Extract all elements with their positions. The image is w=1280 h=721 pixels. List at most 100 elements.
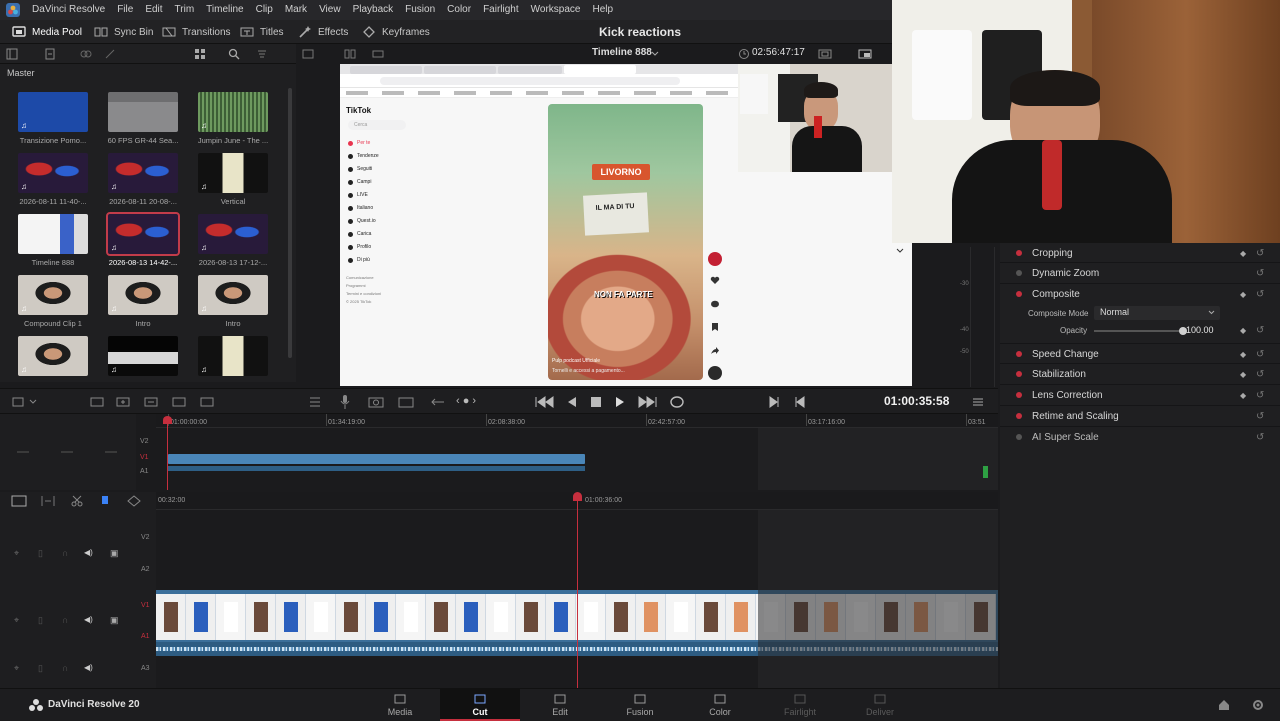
- page-tab-color[interactable]: Color: [680, 689, 760, 721]
- play-reverse-icon[interactable]: [566, 395, 578, 409]
- timeline-audio-overview[interactable]: [168, 466, 585, 471]
- reset-icon[interactable]: ↺: [1256, 390, 1264, 401]
- tiktok-footer-link[interactable]: Termini e condizioni: [346, 291, 381, 296]
- menu-trim[interactable]: Trim: [169, 0, 201, 20]
- search-icon[interactable]: [228, 48, 240, 60]
- media-clip[interactable]: Timeline 888: [15, 214, 91, 267]
- reset-icon[interactable]: ↺: [1256, 325, 1264, 336]
- enable-toggle-icon[interactable]: [1016, 371, 1022, 377]
- media-clip[interactable]: ♫ Intro: [195, 275, 271, 328]
- clip-frame[interactable]: [246, 594, 276, 640]
- titles-button[interactable]: Titles: [240, 20, 284, 44]
- tiktok-nav-item[interactable]: Per te: [348, 138, 370, 148]
- tiktok-footer-link[interactable]: © 2025 TikTok: [346, 299, 371, 304]
- menu-clip[interactable]: Clip: [250, 0, 279, 20]
- clip-thumbnail[interactable]: ♫: [198, 153, 268, 193]
- inspector-section[interactable]: Cropping ◆ ↺: [1000, 243, 1280, 263]
- reset-icon[interactable]: ↺: [1256, 349, 1264, 360]
- media-clip[interactable]: ♫ Vertical: [195, 153, 271, 206]
- tiktok-nav-item[interactable]: Carica: [348, 229, 371, 239]
- page-tab-cut[interactable]: Cut: [440, 689, 520, 721]
- clip-frame[interactable]: [516, 594, 546, 640]
- clip-thumbnail[interactable]: ♫: [106, 212, 180, 256]
- viewer-options-icon[interactable]: [858, 48, 872, 60]
- menu-mark[interactable]: Mark: [279, 0, 313, 20]
- clip-frame[interactable]: [456, 594, 486, 640]
- timeline-overview[interactable]: V2 V1 A1 01:00:00:00 01:34:19:00 02:08:38:…: [0, 414, 998, 490]
- tiktok-footer-link[interactable]: Programmi: [346, 283, 366, 288]
- grid-view-icon[interactable]: [194, 48, 206, 60]
- skip-to-end-icon[interactable]: [638, 395, 658, 409]
- playhead[interactable]: [577, 498, 578, 688]
- clip-thumbnail[interactable]: ♫: [108, 336, 178, 376]
- page-tab-media[interactable]: Media: [360, 689, 440, 721]
- track-tool-icon[interactable]: [16, 446, 30, 458]
- home-icon[interactable]: [1218, 699, 1230, 711]
- keyframe-diamond-icon[interactable]: ◆: [1240, 326, 1246, 335]
- comment-icon[interactable]: [710, 300, 720, 309]
- tiktok-video[interactable]: LIVORNO IL MA DI TU NON FA PARTE Pulp po…: [548, 104, 703, 380]
- menu-playback[interactable]: Playback: [347, 0, 400, 20]
- inspector-section[interactable]: Stabilization ◆ ↺: [1000, 363, 1280, 384]
- timeline-clip-overview[interactable]: [168, 454, 585, 464]
- lock-icon[interactable]: ▯: [38, 548, 43, 559]
- reset-icon[interactable]: ↺: [1256, 432, 1264, 443]
- opacity-value[interactable]: 100.00: [1186, 325, 1214, 335]
- stop-icon[interactable]: [590, 395, 602, 409]
- menu-timeline[interactable]: Timeline: [200, 0, 249, 20]
- dual-viewer-icon[interactable]: [344, 48, 356, 60]
- keyframe-diamond-icon[interactable]: ◆: [1240, 290, 1246, 299]
- media-clip[interactable]: ♫: [105, 336, 181, 380]
- clip-frame[interactable]: [696, 594, 726, 640]
- media-pool-scrollbar[interactable]: [288, 88, 292, 358]
- tiktok-nav-item[interactable]: Di più: [348, 255, 370, 265]
- clip-frame[interactable]: [366, 594, 396, 640]
- lock-icon[interactable]: ▯: [38, 615, 43, 626]
- microphone-icon[interactable]: [338, 394, 352, 410]
- inspector-section[interactable]: Dynamic Zoom ↺: [1000, 262, 1280, 283]
- hamburger-menu-icon[interactable]: [972, 396, 984, 408]
- transitions-button[interactable]: Transitions: [162, 20, 231, 44]
- keyframe-diamond-icon[interactable]: ◆: [1240, 370, 1246, 379]
- viewer-mode-icon[interactable]: [302, 48, 314, 60]
- menu-fairlight[interactable]: Fairlight: [477, 0, 525, 20]
- clip-thumbnail[interactable]: ♫: [198, 214, 268, 254]
- enable-toggle-icon[interactable]: [1016, 434, 1022, 440]
- clip-frame[interactable]: [426, 594, 456, 640]
- tiktok-nav-item[interactable]: LIVE: [348, 190, 368, 200]
- menu-fusion[interactable]: Fusion: [399, 0, 441, 20]
- bookmark-icon[interactable]: [711, 322, 719, 332]
- media-clip[interactable]: ♫ 2026-08-13 14-42-...: [105, 212, 181, 267]
- speaker-icon[interactable]: ◀): [84, 615, 93, 624]
- enable-toggle-icon[interactable]: [1016, 291, 1022, 297]
- speaker-icon[interactable]: ◀): [84, 548, 93, 557]
- page-tab-fusion[interactable]: Fusion: [600, 689, 680, 721]
- playhead-handle[interactable]: [573, 492, 582, 501]
- track-lock-icon[interactable]: ⌖: [14, 548, 19, 559]
- clip-frame[interactable]: [306, 594, 336, 640]
- reset-icon[interactable]: ↺: [1256, 268, 1264, 279]
- clip-frame[interactable]: [336, 594, 366, 640]
- media-clip[interactable]: ♫ 2026-08-11 11-40-...: [15, 153, 91, 206]
- track-lock-icon[interactable]: ⌖: [14, 615, 19, 626]
- menu-help[interactable]: Help: [586, 0, 619, 20]
- link-icon[interactable]: [80, 48, 92, 60]
- razor-icon[interactable]: [70, 494, 84, 508]
- creator-avatar[interactable]: [708, 252, 722, 266]
- clip-frame[interactable]: [606, 594, 636, 640]
- effects-button[interactable]: Effects: [298, 20, 348, 44]
- clip-thumbnail[interactable]: ♫: [108, 275, 178, 315]
- clip-thumbnail[interactable]: [108, 92, 178, 132]
- reset-icon[interactable]: ↺: [1256, 369, 1264, 380]
- inspector-section[interactable]: Lens Correction ◆ ↺: [1000, 384, 1280, 405]
- page-tab-deliver[interactable]: Deliver: [840, 689, 920, 721]
- inspector-section[interactable]: AI Super Scale ↺: [1000, 426, 1280, 447]
- opacity-slider-track[interactable]: [1094, 330, 1182, 332]
- viewer-canvas[interactable]: TikTok Cerca Per te Tendenze Seguiti Campi L…: [340, 64, 912, 386]
- tiktok-nav-item[interactable]: Seguiti: [348, 164, 372, 174]
- keyframe-diamond-icon[interactable]: ◆: [1240, 391, 1246, 400]
- playhead-overview[interactable]: [167, 418, 168, 490]
- page-tab-fairlight[interactable]: Fairlight: [760, 689, 840, 721]
- marker-icon[interactable]: [100, 494, 110, 508]
- clip-frame[interactable]: [396, 594, 426, 640]
